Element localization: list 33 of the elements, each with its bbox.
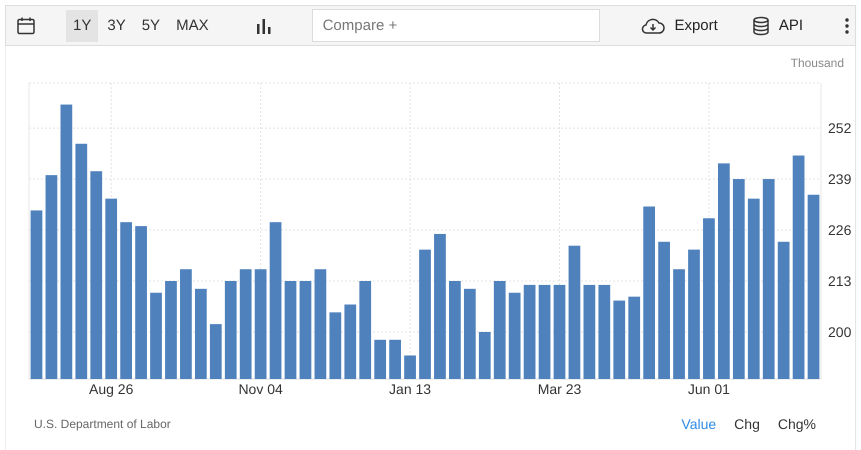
- compare-field[interactable]: Compare +: [312, 9, 600, 42]
- y-axis-label: 239: [828, 171, 852, 188]
- y-axis-label: 226: [828, 222, 852, 238]
- bar: [374, 340, 386, 379]
- more-menu-icon[interactable]: [845, 18, 849, 34]
- range-tab[interactable]: MAX: [169, 10, 216, 42]
- mode-tab[interactable]: Chg: [725, 416, 769, 432]
- y-axis-label: 213: [828, 272, 852, 289]
- y-axis-label: 252: [828, 120, 852, 136]
- source-label: U.S. Department of Labor: [34, 417, 172, 431]
- bar: [389, 340, 401, 379]
- calendar-icon[interactable]: [16, 16, 36, 36]
- mode-tab[interactable]: Chg%: [768, 416, 825, 432]
- cloud-download-icon: [641, 16, 666, 34]
- database-icon: [752, 16, 770, 36]
- x-axis-label: Jan 13: [389, 381, 432, 397]
- unit-label: Thousand: [790, 56, 844, 70]
- bar-chart-icon[interactable]: [256, 18, 272, 34]
- bar: [329, 312, 342, 379]
- mode-tab[interactable]: Value: [672, 416, 726, 432]
- bar: [404, 355, 416, 379]
- x-axis-label: Jun 01: [688, 381, 730, 397]
- bar: [478, 332, 491, 379]
- range-tab[interactable]: 5Y: [134, 10, 168, 42]
- api-button[interactable]: API: [752, 16, 803, 36]
- export-button[interactable]: Export: [641, 16, 718, 34]
- x-axis-label: Nov 04: [238, 381, 283, 397]
- x-axis-label: Aug 26: [89, 381, 134, 397]
- x-axis-label: Mar 23: [538, 381, 582, 397]
- range-tab[interactable]: 3Y: [100, 10, 133, 42]
- y-axis-label: 200: [828, 324, 852, 340]
- bar: [210, 324, 222, 379]
- range-tab[interactable]: 1Y: [66, 10, 98, 42]
